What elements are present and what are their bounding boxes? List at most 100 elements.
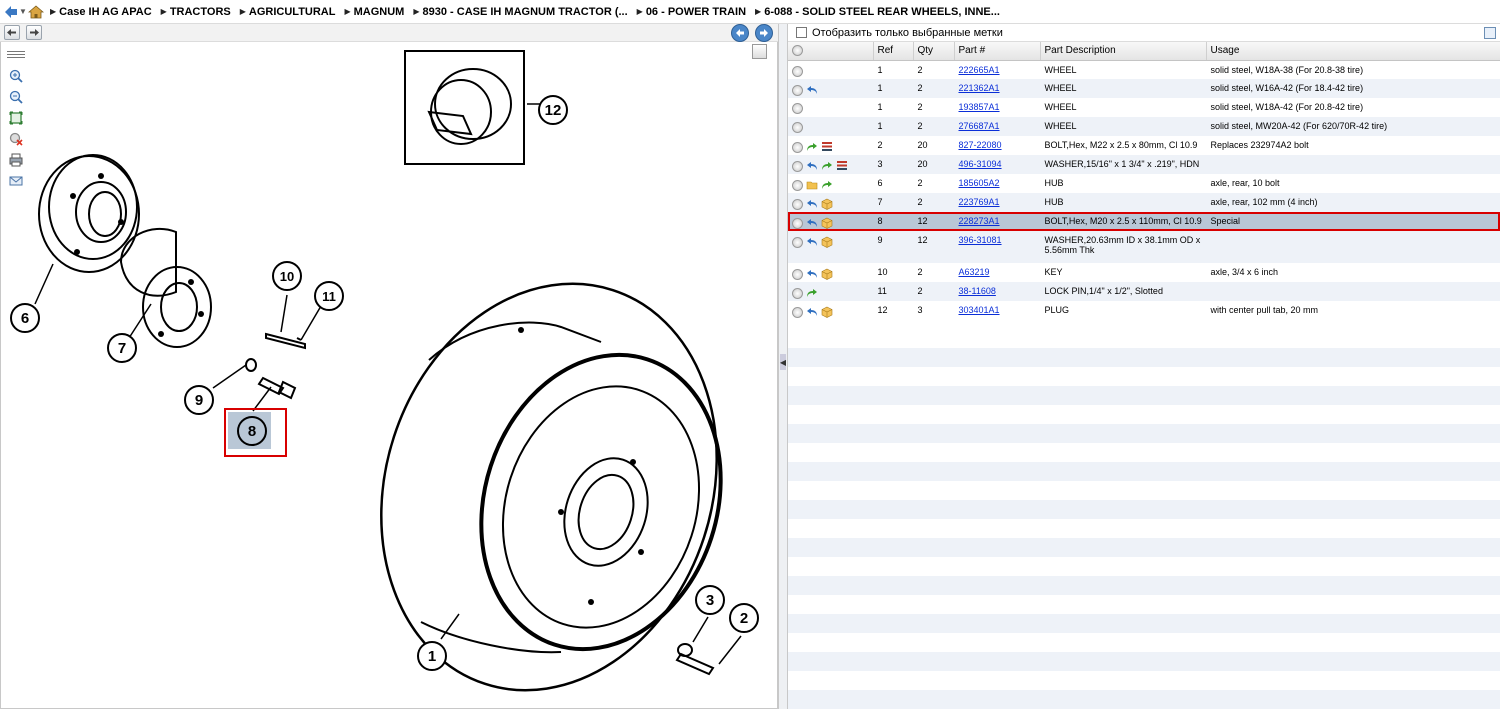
bill-of-material-icon[interactable] [821,141,833,153]
parts-diagram: 12 6 7 10 11 9 8 1 3 2 [10,50,759,692]
add-part-icon[interactable] [792,103,803,114]
table-row[interactable]: 12 3 303401A1 PLUG with center pull tab, 20 … [788,301,1500,320]
column-header-part[interactable]: Part # [954,42,1041,61]
next-page-button[interactable] [755,24,773,42]
table-row[interactable]: 7 2 223769A1 HUB axle, rear, 102 mm (4 inch) [788,193,1500,212]
callout-8[interactable]: 8 [248,423,256,440]
back-reference-icon[interactable] [806,198,818,210]
callout-9[interactable]: 9 [195,392,203,409]
part-number-link[interactable]: 193857A1 [959,102,1000,112]
column-header-ref[interactable]: Ref [873,42,914,61]
table-row[interactable]: 6 2 185605A2 HUB axle, rear, 10 bolt [788,174,1500,193]
add-part-icon[interactable] [792,65,803,77]
table-row[interactable]: 3 20 496-31094 WASHER,15/16" x 1 3/4" x .21… [788,155,1500,174]
part-number-link[interactable]: 396-31081 [959,235,1002,245]
add-part-icon[interactable] [792,122,803,133]
package-icon[interactable] [821,268,833,280]
breadcrumb-item[interactable]: ▶ Case IH AG APAC [50,6,152,18]
table-row[interactable]: 10 2 A63219 KEY axle, 3/4 x 6 inch [788,263,1500,282]
table-row[interactable]: 11 2 38-11608 LOCK PIN,1/4" x 1/2", Slotted [788,282,1500,301]
package-icon[interactable] [821,306,833,318]
add-part-icon[interactable] [792,84,803,96]
table-row[interactable]: 1 2 222665A1 WHEEL solid steel, W18A-38 (For… [788,60,1500,79]
column-header-qty[interactable]: Qty [913,42,955,61]
collapse-arrow-icon[interactable]: ◀ [780,354,786,370]
callout-2[interactable]: 2 [740,610,748,627]
part-number-link[interactable]: A63219 [959,267,990,277]
empty-row [788,652,1500,671]
callout-6[interactable]: 6 [21,310,29,327]
back-reference-icon[interactable] [806,236,818,248]
part-number-link[interactable]: 223769A1 [959,197,1000,207]
part-number-link[interactable]: 38-11608 [959,286,996,296]
back-reference-icon[interactable] [806,160,818,172]
column-header-description[interactable]: Part Description [1040,42,1207,61]
forward-reference-icon[interactable] [806,287,818,299]
back-reference-icon[interactable] [806,306,818,318]
table-row[interactable]: 1 2 193857A1 WHEEL solid steel, W18A-42 (For… [788,98,1500,117]
add-part-icon[interactable] [792,141,803,153]
ref-cell: 1 [877,64,883,75]
add-part-icon[interactable] [792,160,803,172]
column-header-usage[interactable]: Usage [1206,42,1500,61]
selected-only-checkbox[interactable] [796,27,807,38]
add-part-icon[interactable] [792,268,803,280]
part-number-link[interactable]: 827-22080 [959,140,1002,150]
breadcrumb-item[interactable]: ▶ 6-088 - SOLID STEEL REAR WHEELS, INNE..… [755,6,1000,18]
breadcrumb-item[interactable]: ▶ MAGNUM [344,6,404,18]
callout-7[interactable]: 7 [118,340,126,357]
forward-reference-icon[interactable] [821,179,833,191]
part-number-link[interactable]: 228273A1 [959,216,1000,226]
breadcrumb-item[interactable]: ▶ 06 - POWER TRAIN [637,6,746,18]
breadcrumb-item[interactable]: ▶ AGRICULTURAL [240,6,336,18]
table-row[interactable]: 1 2 221362A1 WHEEL solid steel, W16A-42 (For… [788,79,1500,98]
callout-1[interactable]: 1 [428,648,436,665]
previous-page-button[interactable] [731,24,749,42]
part-number-link[interactable]: 222665A1 [959,65,1000,75]
expand-right-button[interactable] [26,25,42,40]
add-part-icon[interactable] [792,217,803,229]
package-icon[interactable] [821,217,833,229]
add-part-icon[interactable] [792,198,803,210]
part-number-cell: 223769A1 [954,193,1040,212]
add-part-icon[interactable] [792,306,803,318]
part-number-link[interactable]: 496-31094 [959,159,1002,169]
package-icon[interactable] [821,236,833,248]
table-row[interactable]: 2 20 827-22080 BOLT,Hex, M22 x 2.5 x 80mm, … [788,136,1500,155]
back-reference-icon[interactable] [806,217,818,229]
collapse-left-button[interactable] [4,25,20,40]
add-all-icon[interactable] [792,44,803,56]
qty-cell: 2 [917,64,923,75]
add-part-icon[interactable] [792,236,803,248]
row-icons [788,174,873,193]
part-number-link[interactable]: 185605A2 [959,178,1000,188]
back-arrow-icon[interactable] [4,5,18,19]
package-icon[interactable] [821,198,833,210]
add-part-icon[interactable] [792,179,803,191]
forward-reference-icon[interactable] [806,141,818,153]
grid-settings-icon[interactable] [1484,27,1496,39]
add-part-icon[interactable] [792,287,803,299]
table-row[interactable]: 9 12 396-31081 WASHER,20.63mm ID x 38.1mm O… [788,231,1500,263]
bill-of-material-icon[interactable] [836,160,848,172]
part-number-link[interactable]: 303401A1 [959,305,1000,315]
table-row[interactable]: 8 12 228273A1 BOLT,Hex, M20 x 2.5 x 110mm, … [788,212,1500,231]
callout-3[interactable]: 3 [706,592,714,609]
description-cell: BOLT,Hex, M20 x 2.5 x 110mm, Cl 10.9 [1044,216,1202,226]
back-reference-icon[interactable] [806,268,818,280]
panel-splitter[interactable]: ◀ [778,24,788,709]
part-number-link[interactable]: 221362A1 [959,83,1000,93]
part-number-link[interactable]: 276687A1 [959,121,1000,131]
folder-icon[interactable] [806,179,818,191]
chevron-down-icon[interactable]: ▼ [18,5,28,19]
select-all-header[interactable] [788,42,874,61]
callout-10[interactable]: 10 [280,269,294,284]
forward-reference-icon[interactable] [821,160,833,172]
breadcrumb-item[interactable]: ▶ TRACTORS [161,6,231,18]
callout-12[interactable]: 12 [545,102,562,119]
back-reference-icon[interactable] [806,84,818,96]
callout-11[interactable]: 11 [322,289,336,304]
home-icon[interactable] [27,4,45,19]
breadcrumb-item[interactable]: ▶ 8930 - CASE IH MAGNUM TRACTOR (... [413,6,627,18]
table-row[interactable]: 1 2 276687A1 WHEEL solid steel, MW20A-42 (Fo… [788,117,1500,136]
